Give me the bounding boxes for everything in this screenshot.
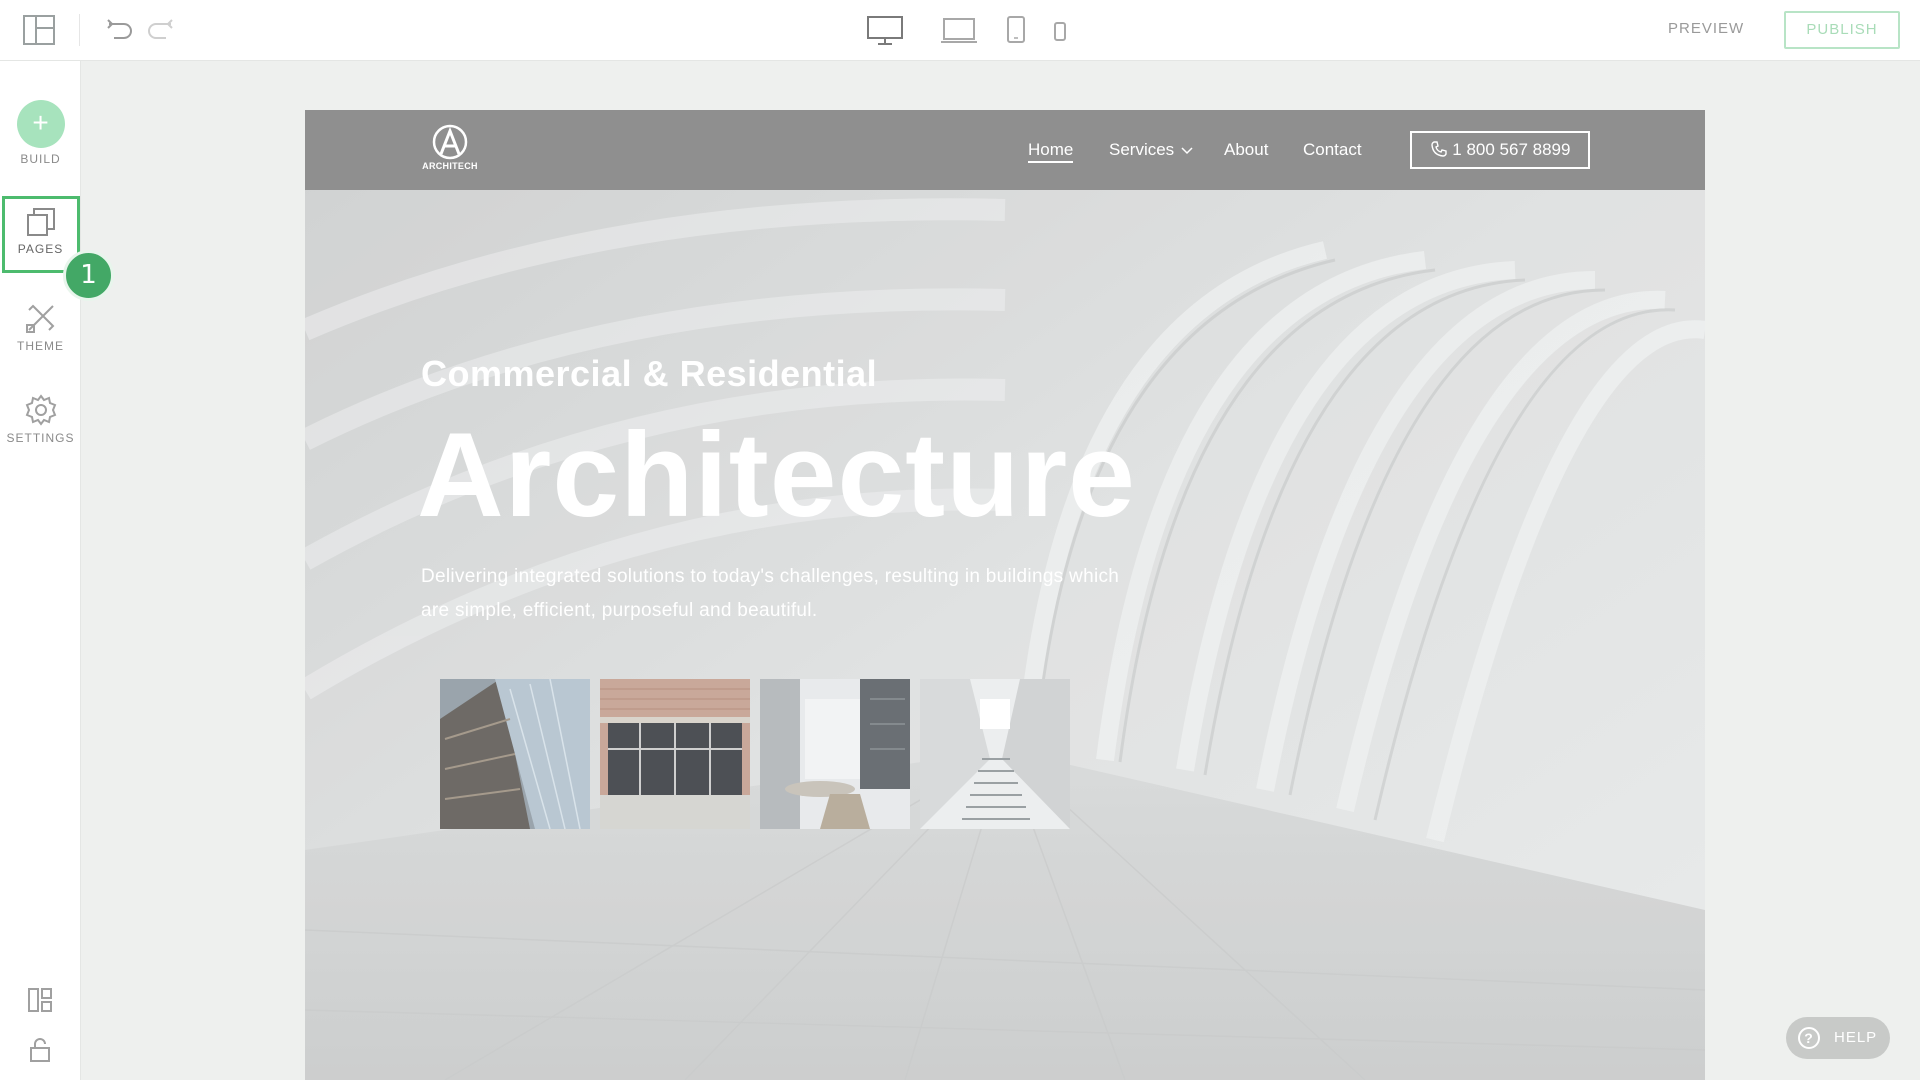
site-logo[interactable]: ARCHITECH bbox=[420, 124, 480, 176]
gallery-thumbnails bbox=[440, 679, 1080, 829]
plus-icon: + bbox=[16, 100, 65, 148]
step-badge: 1 bbox=[63, 250, 114, 301]
pages-icon bbox=[26, 208, 55, 236]
help-label: HELP bbox=[1834, 1029, 1878, 1046]
publish-button[interactable]: PUBLISH bbox=[1784, 11, 1900, 49]
desktop-icon[interactable] bbox=[866, 14, 904, 48]
logo-text: ARCHITECH bbox=[422, 161, 478, 171]
sidebar-item-pages[interactable]: PAGES bbox=[0, 206, 81, 256]
help-button[interactable]: ? HELP bbox=[1786, 1017, 1890, 1059]
layout-icon[interactable] bbox=[22, 14, 56, 46]
hero-description: Delivering integrated solutions to today… bbox=[421, 566, 1120, 621]
sidebar-item-build[interactable]: + BUILD bbox=[0, 100, 81, 166]
site-header: ARCHITECH Home Services About Contact 1 … bbox=[305, 110, 1705, 190]
redo-icon[interactable] bbox=[146, 16, 174, 42]
sidebar-item-label: PAGES bbox=[17, 242, 64, 256]
question-icon: ? bbox=[1798, 1027, 1820, 1049]
editor-toolbar: PREVIEW PUBLISH bbox=[0, 0, 1920, 61]
tablet-icon[interactable] bbox=[1005, 14, 1027, 48]
sidebar-item-label: SETTINGS bbox=[6, 431, 75, 445]
theme-icon bbox=[25, 304, 54, 333]
phone-number: 1 800 567 8899 bbox=[1452, 140, 1571, 159]
nav-link-contact[interactable]: Contact bbox=[1303, 140, 1362, 160]
mobile-icon[interactable] bbox=[1053, 14, 1067, 48]
site-preview[interactable]: ARCHITECH Home Services About Contact 1 … bbox=[305, 110, 1705, 1080]
gallery-thumb-staircase[interactable] bbox=[920, 679, 1070, 829]
undo-icon[interactable] bbox=[106, 16, 134, 42]
gallery-thumb-storefront[interactable] bbox=[600, 679, 750, 829]
gear-icon bbox=[25, 394, 56, 426]
sidebar-item-label: BUILD bbox=[20, 152, 61, 166]
chevron-down-icon bbox=[1181, 147, 1193, 155]
gallery-thumb-skyscrapers[interactable] bbox=[440, 679, 590, 829]
gallery-thumb-courtyard[interactable] bbox=[760, 679, 910, 829]
device-switcher bbox=[866, 14, 1076, 48]
phone-icon bbox=[1430, 141, 1447, 157]
sections-icon[interactable] bbox=[26, 986, 54, 1014]
laptop-icon[interactable] bbox=[940, 14, 978, 48]
nav-link-home[interactable]: Home bbox=[1028, 140, 1074, 163]
sidebar-item-label: THEME bbox=[17, 339, 64, 353]
architech-logo-icon bbox=[432, 124, 468, 160]
lock-icon[interactable] bbox=[26, 1036, 54, 1064]
phone-button[interactable]: 1 800 567 8899 bbox=[1410, 131, 1590, 169]
hero-subtitle: Commercial & Residential bbox=[421, 353, 878, 394]
sidebar-item-theme[interactable]: THEME bbox=[0, 301, 81, 353]
nav-link-services[interactable]: Services bbox=[1109, 140, 1193, 160]
preview-button[interactable]: PREVIEW bbox=[1668, 20, 1744, 37]
editor-sidebar: + BUILD PAGES THEME SETTINGS bbox=[0, 61, 81, 1080]
nav-link-services-label: Services bbox=[1109, 140, 1175, 159]
toolbar-divider bbox=[79, 14, 80, 46]
nav-link-about[interactable]: About bbox=[1224, 140, 1268, 160]
sidebar-item-settings[interactable]: SETTINGS bbox=[0, 393, 81, 445]
hero-title: Architecture bbox=[417, 408, 1136, 542]
